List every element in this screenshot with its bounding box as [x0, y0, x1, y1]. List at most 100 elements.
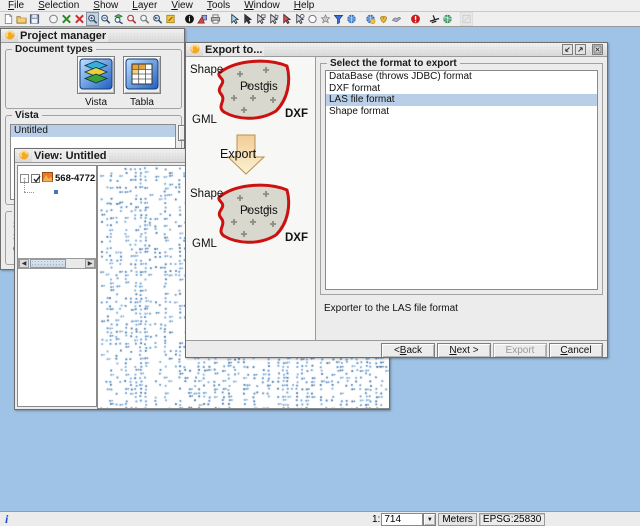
fly-tool-icon[interactable] — [428, 12, 441, 26]
toc-hscrollbar[interactable]: ◀ ▶ — [18, 258, 96, 269]
world-tool-icon[interactable] — [441, 12, 454, 26]
gvsig-logo-icon — [5, 28, 15, 45]
document-type-tabla: Tabla — [123, 56, 161, 108]
zoom-manager-icon[interactable] — [164, 12, 177, 26]
error-log-icon[interactable] — [409, 12, 422, 26]
svg-text:Shape: Shape — [190, 64, 223, 76]
zoom-red-icon[interactable] — [125, 12, 138, 26]
menu-file[interactable]: File — [3, 0, 29, 11]
document-type-vista: Vista — [77, 56, 115, 108]
svg-text:DXF: DXF — [285, 232, 308, 244]
select-layer-icon[interactable] — [280, 12, 293, 26]
view-list-item[interactable]: Untitled — [11, 125, 175, 137]
menu-view[interactable]: View — [166, 0, 198, 11]
format-list[interactable]: DataBase (throws JDBC) formatDXF formatL… — [325, 70, 598, 290]
view-title: View: Untitled — [32, 150, 109, 162]
export-format-panel: Select the format to export DataBase (th… — [316, 57, 608, 340]
scale-prefix: 1: — [372, 514, 380, 525]
svg-text:i: i — [189, 17, 191, 24]
menu-show[interactable]: Show — [88, 0, 123, 11]
web-globe-icon[interactable] — [364, 12, 377, 26]
select-buffer-icon[interactable] — [306, 12, 319, 26]
gvsig-logo-icon — [19, 148, 29, 165]
format-list-item[interactable]: DataBase (throws JDBC) format — [326, 71, 597, 83]
export-dialog: Export to... — [185, 42, 608, 358]
select-pointer-icon[interactable] — [228, 12, 241, 26]
zoom-layer-icon[interactable] — [112, 12, 125, 26]
tree-line — [24, 192, 34, 193]
filter-icon[interactable] — [332, 12, 345, 26]
select-shape-icon[interactable] — [319, 12, 332, 26]
vista-new-button-clipped[interactable] — [178, 125, 185, 141]
menu-window[interactable]: Window — [239, 0, 285, 11]
scroll-right-arrow[interactable]: ▶ — [85, 259, 95, 268]
scroll-thumb[interactable] — [30, 259, 66, 268]
projection-button[interactable]: EPSG:25830 — [479, 513, 545, 526]
zoom-out-icon[interactable] — [99, 12, 112, 26]
print-icon[interactable] — [209, 12, 222, 26]
menu-bar: File Selection Show Layer View Tools Window Hel… — [0, 0, 640, 12]
layer-tree-panel: - 568-4772.las ◀ ▶ — [17, 165, 97, 407]
svg-text:Postgis: Postgis — [240, 81, 278, 93]
export-button: Export — [493, 343, 547, 358]
tabla-button[interactable] — [123, 56, 161, 94]
svg-text:DXF: DXF — [285, 108, 308, 120]
info-icon[interactable]: i — [183, 12, 196, 26]
layer-name: 568-4772.las — [55, 173, 97, 184]
export-arrow-label: Export — [220, 147, 257, 161]
zoom-in-icon[interactable] — [86, 12, 99, 26]
moth-tool-icon[interactable] — [377, 12, 390, 26]
project-manager-title: Project manager — [18, 30, 108, 42]
format-list-item[interactable]: LAS file format — [326, 94, 597, 106]
vista-label: Vista — [77, 97, 115, 108]
vista-group-title: Vista — [12, 110, 42, 121]
vista-button[interactable] — [77, 56, 115, 94]
pan-icon[interactable] — [47, 12, 60, 26]
select-circle-icon[interactable] — [293, 12, 306, 26]
back-button[interactable]: < Back — [381, 343, 435, 358]
zoom-extents-icon[interactable] — [60, 12, 73, 26]
locator-icon[interactable] — [345, 12, 358, 26]
zoom-previous-icon[interactable] — [151, 12, 164, 26]
select-rectangle-icon[interactable] — [254, 12, 267, 26]
close-icon[interactable] — [592, 44, 603, 55]
maximize-icon[interactable] — [575, 44, 586, 55]
select-polygon-icon[interactable] — [267, 12, 280, 26]
format-group-title: Select the format to export — [327, 58, 460, 69]
pointer-icon[interactable] — [241, 12, 254, 26]
tree-line — [24, 180, 25, 192]
format-list-item[interactable]: DXF format — [326, 83, 597, 95]
zoom-gray-icon[interactable] — [138, 12, 151, 26]
project-manager-titlebar[interactable]: Project manager — [1, 29, 184, 43]
tabla-label: Tabla — [123, 97, 161, 108]
menu-layer[interactable]: Layer — [127, 0, 162, 11]
scroll-left-arrow[interactable]: ◀ — [19, 259, 29, 268]
info-status-icon: i — [5, 512, 8, 526]
new-document-icon[interactable] — [2, 12, 15, 26]
edit-tool-disabled-icon — [460, 12, 473, 26]
measure-area-icon[interactable] — [196, 12, 209, 26]
menu-tools[interactable]: Tools — [202, 0, 235, 11]
bird-tool-icon[interactable] — [390, 12, 403, 26]
layer-checkbox[interactable] — [31, 174, 40, 183]
status-bar: i 1: 714 ▼ Meters EPSG:25830 — [0, 511, 640, 526]
application-window: File Selection Show Layer View Tools Window Hel… — [0, 0, 640, 526]
scale-dropdown-icon[interactable]: ▼ — [423, 513, 436, 526]
menu-selection[interactable]: Selection — [33, 0, 84, 11]
export-dialog-title: Export to... — [203, 44, 264, 56]
menu-help[interactable]: Help — [289, 0, 320, 11]
document-types-title: Document types — [12, 44, 96, 55]
zoom-selection-extents-icon[interactable] — [73, 12, 86, 26]
scale-input[interactable]: 714 — [381, 513, 423, 526]
layer-icon — [42, 169, 53, 187]
layer-row[interactable]: - 568-4772.las — [20, 169, 97, 187]
open-project-icon[interactable] — [15, 12, 28, 26]
minimize-icon[interactable] — [562, 44, 573, 55]
format-list-item[interactable]: Shape format — [326, 106, 597, 118]
toolbar: i — [0, 12, 640, 27]
unit-label[interactable]: Meters — [438, 513, 477, 526]
export-dialog-titlebar[interactable]: Export to... — [186, 43, 607, 57]
save-project-icon[interactable] — [28, 12, 41, 26]
next-button[interactable]: Next > — [437, 343, 491, 358]
cancel-button[interactable]: Cancel — [549, 343, 603, 358]
